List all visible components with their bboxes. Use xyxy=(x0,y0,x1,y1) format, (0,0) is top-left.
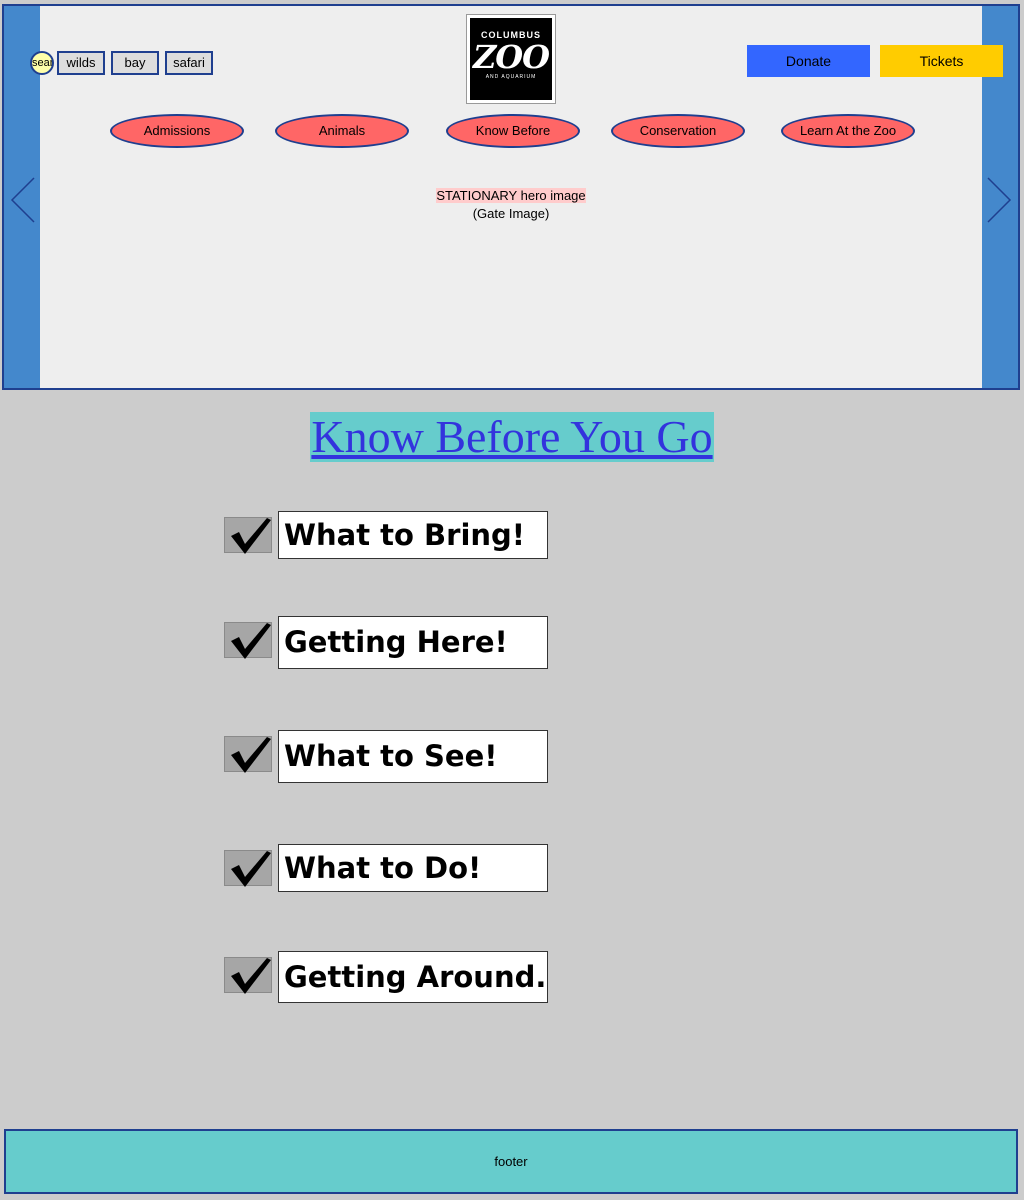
nav-learn-at-the-zoo[interactable]: Learn At the Zoo xyxy=(781,114,915,148)
nav-animals[interactable]: Animals xyxy=(275,114,409,148)
page-title: Know Before You Go xyxy=(0,412,1024,462)
logo-line-2: ZOO xyxy=(472,38,550,76)
checklist-label[interactable]: What to Bring! xyxy=(278,511,548,559)
page-title-link[interactable]: Know Before You Go xyxy=(310,412,714,462)
checklist-label[interactable]: What to Do! xyxy=(278,844,548,892)
checkmark-icon xyxy=(224,622,272,659)
checkmark-icon xyxy=(224,850,272,887)
hero-image-placeholder: STATIONARY hero image (Gate Image) xyxy=(4,187,1018,223)
checklist-label[interactable]: What to See! xyxy=(278,730,548,783)
zoo-logo[interactable]: COLUMBUS ZOO AND AQUARIUM xyxy=(467,15,555,103)
hero-title: STATIONARY hero image xyxy=(436,188,586,203)
zone-button-bay[interactable]: bay xyxy=(111,51,159,75)
nav-admissions[interactable]: Admissions xyxy=(110,114,244,148)
donate-button[interactable]: Donate xyxy=(747,45,870,77)
zone-button-wilds[interactable]: wilds xyxy=(57,51,105,75)
hero-subtitle: (Gate Image) xyxy=(472,206,550,221)
checkmark-icon xyxy=(224,957,272,994)
footer-label: footer xyxy=(494,1154,528,1169)
zone-button-safari[interactable]: safari xyxy=(165,51,213,75)
checklist-label[interactable]: Getting Here! xyxy=(278,616,548,669)
nav-conservation[interactable]: Conservation xyxy=(611,114,745,148)
nav-know-before[interactable]: Know Before xyxy=(446,114,580,148)
checkmark-icon xyxy=(224,736,272,773)
checklist-label[interactable]: Getting Around... xyxy=(278,951,548,1003)
tickets-button[interactable]: Tickets xyxy=(880,45,1003,77)
search-button[interactable]: search xyxy=(30,51,54,75)
checkmark-icon xyxy=(224,517,272,554)
footer: footer xyxy=(4,1129,1018,1194)
hero-header: search wilds bay safari COLUMBUS ZOO AND… xyxy=(2,4,1020,390)
